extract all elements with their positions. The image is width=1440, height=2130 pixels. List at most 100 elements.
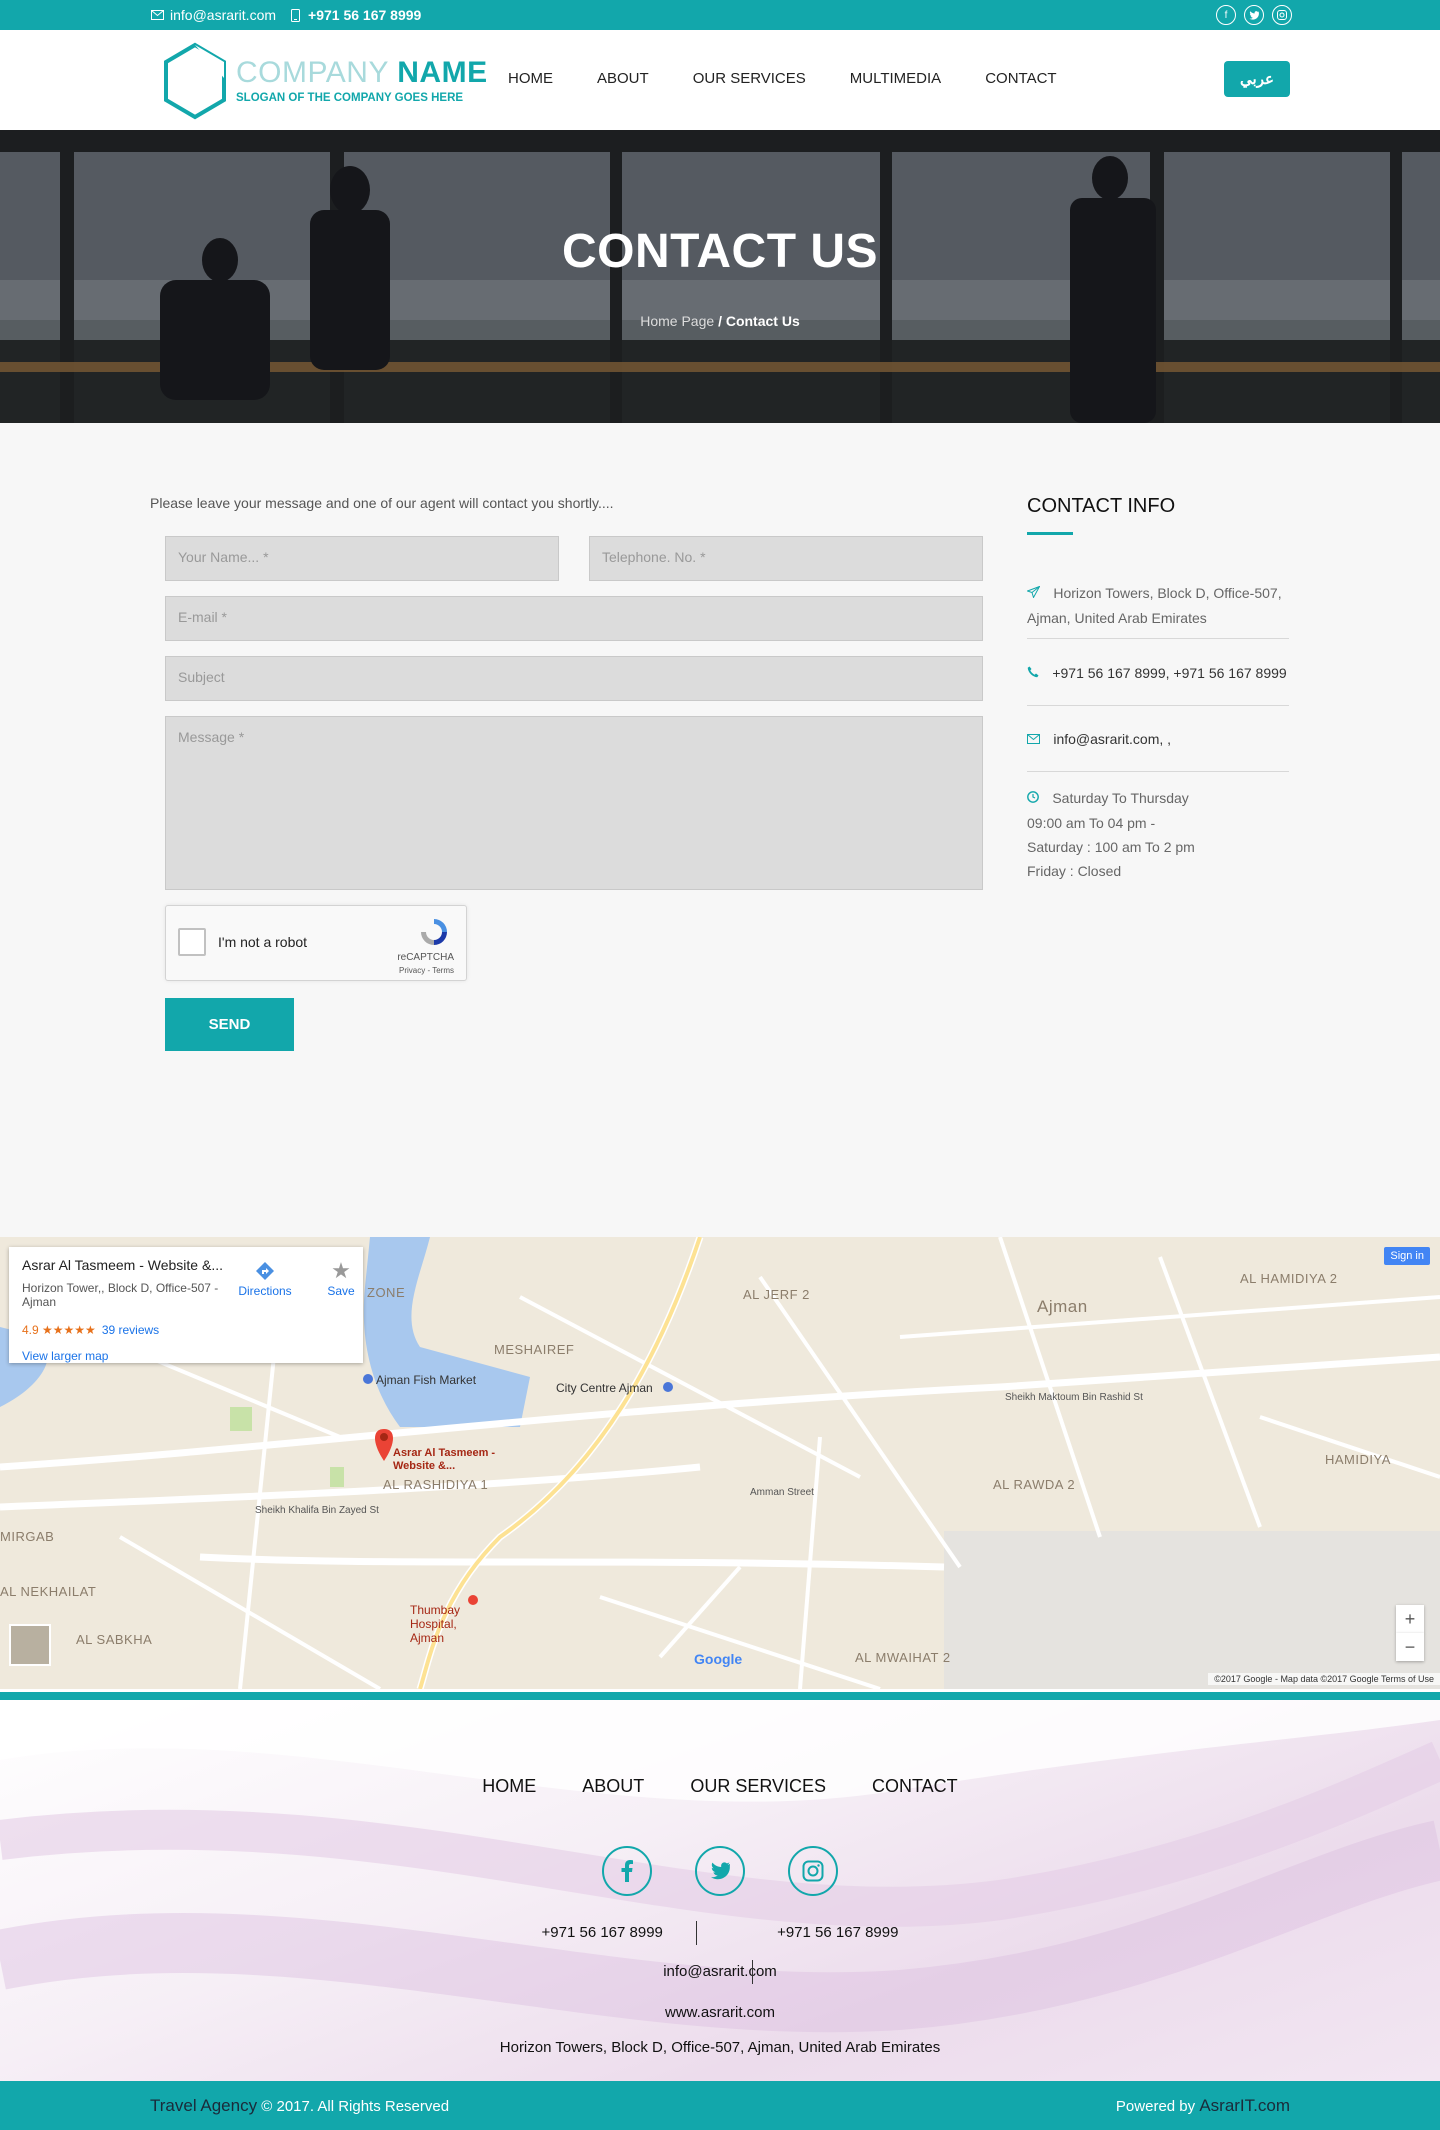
directions-button[interactable]: Directions <box>237 1261 293 1298</box>
footer-twitter-icon[interactable] <box>695 1846 745 1896</box>
contact-phones[interactable]: +971 56 167 8999, +971 56 167 8999 <box>1052 665 1286 681</box>
main-nav: HOME ABOUT OUR SERVICES MULTIMEDIA CONTA… <box>508 70 1101 87</box>
mobile-icon <box>288 8 302 22</box>
footer-website[interactable]: www.asrarit.com <box>0 2004 1440 2021</box>
footer-divider <box>752 1960 753 1984</box>
footer-nav-about[interactable]: ABOUT <box>582 1776 644 1797</box>
zoom-in-button[interactable]: + <box>1396 1605 1424 1633</box>
footer-nav-home[interactable]: HOME <box>482 1776 536 1797</box>
footer-instagram-icon[interactable] <box>788 1846 838 1896</box>
hero-banner: CONTACT US Home Page / Contact Us <box>0 130 1440 423</box>
save-label: Save <box>327 1284 355 1298</box>
hours-line-3: Friday : Closed <box>1027 863 1122 879</box>
map-label-al-jerf: AL JERF 2 <box>743 1287 810 1302</box>
rating-stars: 4.9 ★★★★★ <box>22 1323 96 1337</box>
place-card: Asrar Al Tasmeem - Website &... Horizon … <box>9 1247 363 1363</box>
map-label-ajman: Ajman <box>1037 1297 1088 1316</box>
logo-text: COMPANY NAME <box>236 56 488 90</box>
top-phone[interactable]: +971 56 167 8999 <box>308 7 421 23</box>
save-button[interactable]: ★ Save <box>321 1260 361 1299</box>
breadcrumb-home[interactable]: Home Page <box>640 313 714 329</box>
footer-nav-contact[interactable]: CONTACT <box>872 1776 958 1797</box>
map-label-street: Sheikh Maktoum Bin Rashid St <box>1005 1392 1143 1403</box>
map-label-zone: ZONE <box>367 1285 406 1300</box>
copyright-bar: Travel Agency © 2017. All Rights Reserve… <box>0 2081 1440 2130</box>
map-label-al-sabkha: AL SABKHA <box>76 1632 153 1647</box>
google-map[interactable]: Ajman Fish Market City Centre Ajman Asra… <box>0 1237 1440 1689</box>
top-social: f <box>1216 5 1292 25</box>
contact-info-title: CONTACT INFO <box>1027 495 1176 517</box>
envelope-icon <box>1027 733 1043 747</box>
map-label-street: Sheikh Khalifa Bin Zayed St <box>255 1505 379 1516</box>
recaptcha-widget: I'm not a robot reCAPTCHA Privacy - Term… <box>165 905 467 981</box>
copyright-brand[interactable]: Travel Agency <box>150 2096 257 2115</box>
hexagon-logo-icon <box>164 42 226 120</box>
company-logo[interactable]: COMPANY NAME SLOGAN OF THE COMPANY GOES … <box>162 42 487 122</box>
site-header: COMPANY NAME SLOGAN OF THE COMPANY GOES … <box>0 30 1440 130</box>
map-attribution[interactable]: ©2017 Google - Map data ©2017 Google Ter… <box>1208 1673 1440 1685</box>
email-item: info@asrarit.com, , <box>1027 727 1289 752</box>
map-label-al-nekhailat: AL NEKHAILAT <box>0 1584 97 1599</box>
footer-nav-our-services[interactable]: OUR SERVICES <box>690 1776 826 1797</box>
language-button[interactable]: عربي <box>1224 61 1290 97</box>
info-divider <box>1027 638 1289 639</box>
map-label-al-rashidiya: AL RASHIDIYA 1 <box>383 1477 489 1492</box>
envelope-icon <box>150 8 164 22</box>
nav-our-services[interactable]: OUR SERVICES <box>693 70 806 87</box>
place-rating: 4.9 ★★★★★ 39 reviews <box>22 1323 159 1337</box>
reviews-link[interactable]: 39 reviews <box>102 1323 159 1337</box>
nav-home[interactable]: HOME <box>508 70 553 87</box>
map-label-marker[interactable]: Asrar Al Tasmeem - Website &... <box>393 1447 503 1473</box>
facebook-icon[interactable]: f <box>1216 5 1236 25</box>
directions-icon <box>256 1262 274 1280</box>
clock-icon <box>1027 791 1042 806</box>
footer-phones: +971 56 167 8999 +971 56 167 8999 <box>0 1924 1440 1941</box>
recaptcha-brand: reCAPTCHA <box>397 952 454 963</box>
footer-phone-1[interactable]: +971 56 167 8999 <box>542 1924 663 1941</box>
footer-divider <box>696 1921 697 1945</box>
title-underline <box>1027 532 1073 535</box>
map-signin-button[interactable]: Sign in <box>1384 1247 1430 1265</box>
recaptcha-links[interactable]: Privacy - Terms <box>399 966 454 975</box>
zoom-out-button[interactable]: − <box>1396 1633 1424 1661</box>
form-intro: Please leave your message and one of our… <box>150 495 614 511</box>
larger-map-link[interactable]: View larger map <box>22 1349 108 1363</box>
twitter-icon[interactable] <box>1244 5 1264 25</box>
map-label-al-rawda: AL RAWDA 2 <box>993 1477 1076 1492</box>
address-line-2: Ajman, United Arab Emirates <box>1027 610 1207 626</box>
map-label-al-mwaihat: AL MWAIHAT 2 <box>855 1650 951 1665</box>
nav-about[interactable]: ABOUT <box>597 70 649 87</box>
place-address: Horizon Tower,, Block D, Office-507 - Aj… <box>22 1281 219 1309</box>
powered-brand[interactable]: AsrarIT.com <box>1199 2096 1290 2115</box>
address-item: Horizon Towers, Block D, Office-507, Ajm… <box>1026 581 1289 630</box>
send-button[interactable]: SEND <box>165 998 294 1051</box>
name-input[interactable]: Your Name... * <box>165 536 559 581</box>
message-textarea[interactable]: Message * <box>165 716 983 890</box>
top-contact: info@asrarit.com +971 56 167 8999 <box>150 7 421 23</box>
directions-label: Directions <box>238 1284 292 1298</box>
place-name: Asrar Al Tasmeem - Website &... <box>22 1257 223 1273</box>
page-title: CONTACT US <box>561 225 879 278</box>
powered-label: Powered by <box>1115 2098 1196 2115</box>
hours-title: Saturday To Thursday <box>1052 790 1189 806</box>
telephone-input[interactable]: Telephone. No. * <box>589 536 983 581</box>
map-label-city-centre: City Centre Ajman <box>556 1381 653 1395</box>
paper-plane-icon <box>1026 585 1043 601</box>
nav-multimedia[interactable]: MULTIMEDIA <box>850 70 941 87</box>
phone-icon <box>1027 666 1042 681</box>
email-input[interactable]: E-mail * <box>165 596 983 641</box>
recaptcha-icon <box>421 919 447 945</box>
map-label-fish-market: Ajman Fish Market <box>376 1373 477 1387</box>
recaptcha-checkbox[interactable] <box>178 928 206 956</box>
subject-input[interactable]: Subject <box>165 656 983 701</box>
instagram-icon[interactable] <box>1272 5 1292 25</box>
top-email[interactable]: info@asrarit.com <box>170 7 276 23</box>
hours-line-1: 09:00 am To 04 pm - <box>1027 815 1156 831</box>
footer-phone-2[interactable]: +971 56 167 8999 <box>777 1924 898 1941</box>
logo-name: NAME <box>397 56 488 89</box>
nav-contact[interactable]: CONTACT <box>985 70 1056 87</box>
contact-section: Please leave your message and one of our… <box>0 423 1440 1237</box>
contact-email[interactable]: info@asrarit.com, , <box>1053 731 1171 747</box>
footer-facebook-icon[interactable] <box>602 1846 652 1896</box>
footer-email-link[interactable]: info@asrarit.com <box>663 1963 777 1980</box>
